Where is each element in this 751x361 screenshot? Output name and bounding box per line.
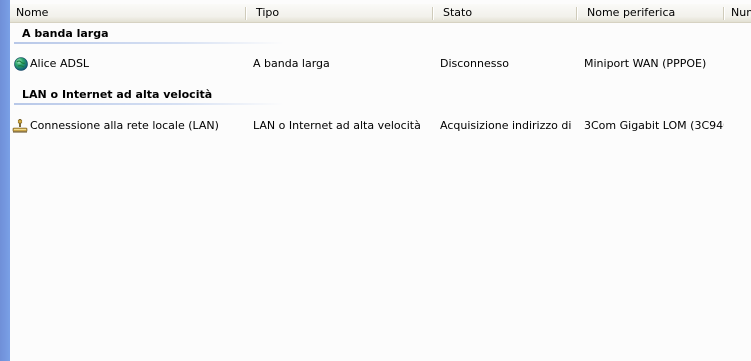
network-connections-list-view[interactable]: Nome Tipo Stato Nome periferica Num A ba… [10,0,751,361]
column-separator[interactable] [723,7,725,20]
column-header-nome-periferica[interactable]: Nome periferica [581,4,725,22]
connection-name: Alice ADSL [30,57,90,70]
connection-row-lan[interactable]: Connessione alla rete locale (LAN) LAN o… [10,117,751,135]
globe-icon [13,56,29,72]
group-divider [14,42,284,44]
column-header-nome[interactable]: Nome [10,4,246,22]
connection-row-alice-adsl[interactable]: Alice ADSL A banda larga Disconnesso Min… [10,55,751,73]
connection-name: Connessione alla rete locale (LAN) [30,119,219,132]
column-header-num[interactable]: Num [726,4,751,22]
group-header-banda-larga[interactable]: A banda larga [22,27,109,40]
connection-status: Acquisizione indirizzo di r... [440,119,575,132]
column-separator[interactable] [576,7,578,20]
column-header-tipo[interactable]: Tipo [250,4,434,22]
connection-type: A banda larga [253,57,330,70]
connection-device: 3Com Gigabit LOM (3C940) [584,119,724,132]
group-divider [14,103,284,105]
column-header-stato[interactable]: Stato [437,4,577,22]
group-header-lan[interactable]: LAN o Internet ad alta velocità [22,88,212,101]
connection-type: LAN o Internet ad alta velocità [253,119,421,132]
left-task-pane-edge [0,0,10,361]
network-connection-icon [12,118,28,134]
column-separator[interactable] [245,7,247,20]
column-separator[interactable] [432,7,434,20]
connection-status: Disconnesso [440,57,509,70]
connection-device: Miniport WAN (PPPOE) [584,57,707,70]
column-header-bar: Nome Tipo Stato Nome periferica Num [10,4,751,23]
